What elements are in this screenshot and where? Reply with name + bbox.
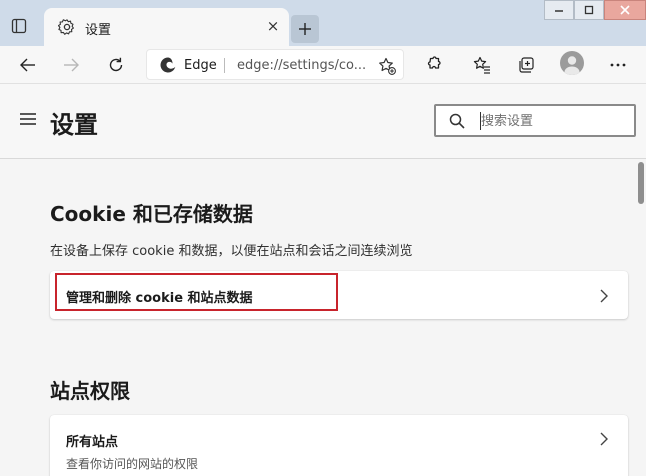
tab-strip: 设置 ×	[0, 0, 646, 46]
gear-icon	[57, 18, 76, 36]
settings-content: Cookie 和已存储数据 在设备上保存 cookie 和数据，以便在站点和会话…	[0, 160, 646, 476]
address-bar[interactable]: Edge edge://settings/co...	[146, 49, 404, 80]
site-label: Edge	[184, 58, 217, 73]
close-icon[interactable]	[604, 0, 646, 20]
settings-search[interactable]	[434, 104, 636, 137]
section-title-cookies: Cookie 和已存储数据	[50, 202, 253, 226]
section-description-cookies: 在设备上保存 cookie 和数据，以便在站点和会话之间连续浏览	[50, 244, 413, 259]
all-sites-row[interactable]: 所有站点 查看你访问的网站的权限	[50, 415, 628, 476]
chevron-right-icon	[599, 431, 609, 446]
tab-title: 设置	[85, 23, 112, 38]
collections-icon[interactable]	[514, 53, 538, 77]
page-title: 设置	[50, 111, 98, 139]
all-sites-description: 查看你访问的网站的权限	[66, 457, 199, 471]
settings-header: 设置	[0, 84, 646, 159]
window-controls	[544, 0, 646, 22]
back-icon[interactable]	[16, 53, 40, 77]
extensions-icon[interactable]	[421, 53, 445, 77]
chevron-right-icon	[599, 288, 609, 303]
minimize-icon[interactable]	[544, 0, 574, 20]
address-divider	[224, 58, 225, 73]
new-tab-button[interactable]	[291, 15, 319, 43]
search-input[interactable]	[481, 111, 631, 131]
tab-actions-icon[interactable]	[8, 15, 30, 37]
all-sites-label: 所有站点	[66, 435, 119, 450]
profile-avatar-icon[interactable]	[560, 51, 584, 75]
url-text[interactable]: edge://settings/co...	[237, 58, 366, 73]
search-icon	[449, 113, 465, 129]
add-favorite-icon[interactable]	[377, 56, 397, 76]
tab-close-icon[interactable]: ×	[266, 19, 280, 34]
highlight-box	[55, 273, 338, 311]
favorites-icon[interactable]	[470, 53, 494, 77]
section-title-site-permissions: 站点权限	[50, 379, 130, 403]
tab-settings[interactable]: 设置 ×	[44, 8, 289, 46]
forward-icon[interactable]	[59, 53, 83, 77]
edge-logo-icon	[159, 56, 177, 74]
refresh-icon[interactable]	[104, 53, 128, 77]
maximize-icon[interactable]	[574, 0, 604, 20]
scrollbar-thumb[interactable]	[638, 162, 644, 204]
browser-toolbar: Edge edge://settings/co...	[0, 46, 646, 84]
more-icon[interactable]	[606, 53, 630, 77]
hamburger-menu-icon[interactable]	[20, 111, 36, 125]
